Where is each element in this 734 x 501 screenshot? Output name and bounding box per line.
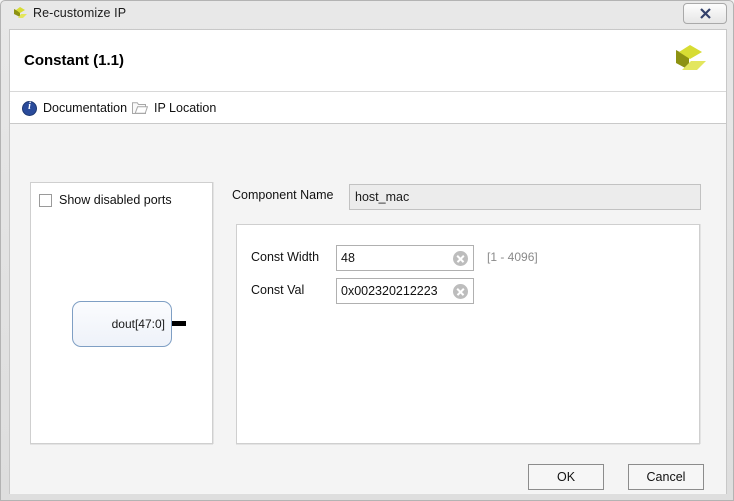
const-val-label: Const Val: [251, 283, 304, 297]
documentation-label: Documentation: [43, 101, 127, 115]
show-disabled-ports-label: Show disabled ports: [59, 193, 172, 207]
show-disabled-ports-checkbox[interactable]: Show disabled ports: [39, 193, 172, 207]
dialog-header: Constant (1.1): [10, 30, 726, 92]
ok-button[interactable]: OK: [528, 464, 604, 490]
info-icon: [22, 101, 37, 116]
documentation-button[interactable]: Documentation: [22, 98, 127, 118]
ip-location-button[interactable]: IP Location: [132, 98, 216, 118]
xilinx-brand-logo-icon: [670, 42, 710, 82]
close-button[interactable]: [683, 3, 727, 24]
checkbox-icon[interactable]: [39, 194, 52, 207]
ip-symbol-panel: Show disabled ports dout[47:0]: [30, 182, 213, 444]
close-icon: [684, 4, 726, 23]
component-name-label: Component Name: [232, 188, 333, 202]
title-bar: Re-customize IP: [1, 1, 734, 29]
ip-options-panel: Const Width [1 - 4096] Const Val: [236, 224, 700, 444]
window-title: Re-customize IP: [33, 6, 126, 20]
dialog-window: Re-customize IP Constant (1.1): [0, 0, 734, 501]
dialog-toolbar: Documentation IP Location: [10, 92, 726, 124]
component-name-row: Component Name: [232, 184, 702, 210]
clear-icon[interactable]: [453, 251, 468, 266]
dialog-footer: OK Cancel: [10, 454, 726, 493]
dialog-body: Show disabled ports dout[47:0] Component…: [10, 124, 726, 493]
xilinx-logo-icon: [11, 6, 29, 24]
folder-icon: [132, 101, 148, 115]
ip-location-label: IP Location: [154, 101, 216, 115]
const-val-field[interactable]: [336, 278, 474, 304]
const-width-hint: [1 - 4096]: [487, 250, 538, 264]
ip-symbol-port-label: dout[47:0]: [112, 317, 165, 331]
dialog-client-area: Constant (1.1) Documentation: [9, 29, 727, 494]
cancel-button[interactable]: Cancel: [628, 464, 704, 490]
component-name-input[interactable]: [349, 184, 701, 210]
ip-symbol-block: dout[47:0]: [72, 301, 172, 347]
const-width-input[interactable]: [337, 246, 449, 270]
const-val-input[interactable]: [337, 279, 449, 303]
clear-icon[interactable]: [453, 284, 468, 299]
const-width-label: Const Width: [251, 250, 319, 264]
ip-symbol-output-pin: [172, 321, 186, 326]
const-width-field[interactable]: [336, 245, 474, 271]
page-title: Constant (1.1): [24, 52, 124, 69]
